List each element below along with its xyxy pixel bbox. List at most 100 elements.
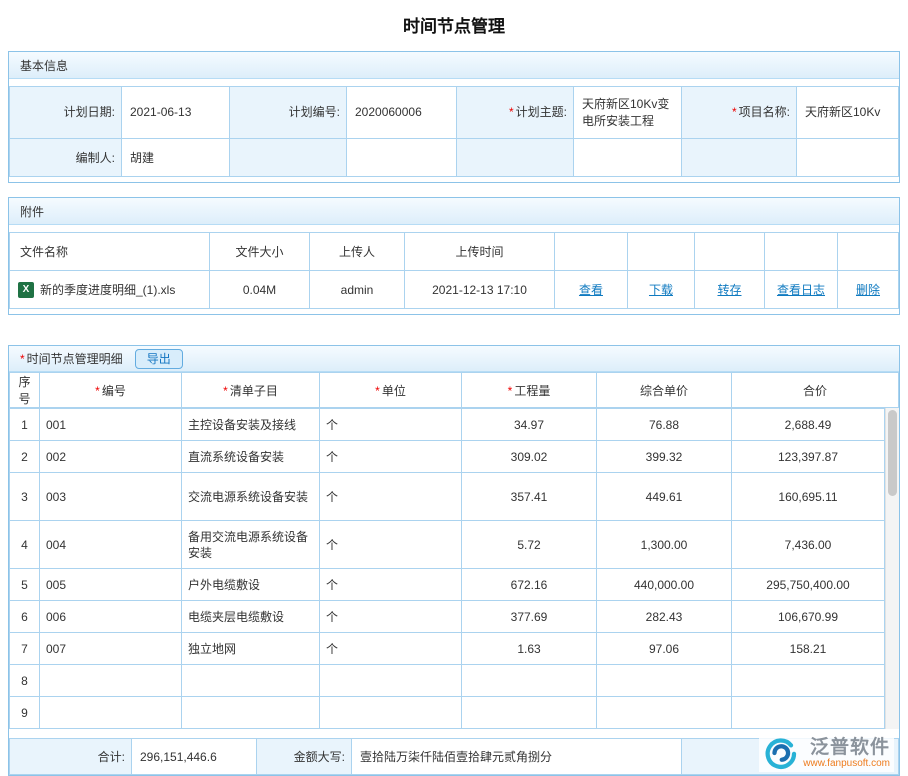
cell-code <box>40 665 182 697</box>
cell-total <box>732 665 885 697</box>
col-total: 合价 <box>732 373 899 408</box>
cell-serial: 9 <box>10 697 40 729</box>
cell-quantity: 1.63 <box>462 633 597 665</box>
vertical-scrollbar[interactable] <box>885 408 899 729</box>
table-row: 5 005 户外电缆敷设 个 672.16 440,000.00 295,750… <box>10 569 885 601</box>
required-marker: * <box>508 384 513 398</box>
cell-total: 2,688.49 <box>732 409 885 441</box>
excel-file-icon <box>18 282 34 298</box>
cell-serial: 6 <box>10 601 40 633</box>
scrollbar-thumb[interactable] <box>888 410 897 496</box>
author-value: 胡建 <box>122 139 230 177</box>
action-cell: 下载 <box>628 271 695 309</box>
cell-quantity: 672.16 <box>462 569 597 601</box>
amount-words-label: 金额大写: <box>257 739 352 775</box>
cell-serial: 5 <box>10 569 40 601</box>
cell-unit: 个 <box>320 521 462 569</box>
cell-code <box>40 697 182 729</box>
total-label: 合计: <box>10 739 132 775</box>
empty-header-cell <box>765 233 838 271</box>
cell-unit-price <box>597 665 732 697</box>
col-item: *清单子目 <box>182 373 320 408</box>
table-row: 6 006 电缆夹层电缆敷设 个 377.69 282.43 106,670.9… <box>10 601 885 633</box>
vendor-name: 泛普软件 <box>810 737 890 758</box>
cell-serial: 2 <box>10 441 40 473</box>
cell-total: 160,695.11 <box>732 473 885 521</box>
cell-serial: 8 <box>10 665 40 697</box>
cell-total: 158.21 <box>732 633 885 665</box>
view-link[interactable]: 查看 <box>579 283 603 297</box>
cell-quantity: 377.69 <box>462 601 597 633</box>
cell-code: 006 <box>40 601 182 633</box>
detail-header-row: 序号 *编号 *清单子目 *单位 *工程量 综合单价 合价 <box>10 373 899 408</box>
cell-total: 106,670.99 <box>732 601 885 633</box>
detail-table-header: 序号 *编号 *清单子目 *单位 *工程量 综合单价 合价 <box>9 372 899 408</box>
attachments-header-row: 文件名称 文件大小 上传人 上传时间 <box>10 233 899 271</box>
file-name-header: 文件名称 <box>10 233 210 271</box>
uploader-cell: admin <box>310 271 405 309</box>
table-row: 8 <box>10 665 885 697</box>
cell-item <box>182 665 320 697</box>
delete-link[interactable]: 删除 <box>856 283 880 297</box>
cell-quantity <box>462 665 597 697</box>
cell-item: 主控设备安装及接线 <box>182 409 320 441</box>
cell-code: 002 <box>40 441 182 473</box>
table-row: 4 004 备用交流电源系统设备安装 个 5.72 1,300.00 7,436… <box>10 521 885 569</box>
download-link[interactable]: 下载 <box>649 283 673 297</box>
attachments-section-title: 附件 <box>20 203 44 220</box>
cell-quantity: 309.02 <box>462 441 597 473</box>
export-button[interactable]: 导出 <box>135 349 183 369</box>
upload-time-cell: 2021-12-13 17:10 <box>405 271 555 309</box>
table-row: 2 002 直流系统设备安装 个 309.02 399.32 123,397.8… <box>10 441 885 473</box>
cell-unit-price: 97.06 <box>597 633 732 665</box>
cell-unit: 个 <box>320 569 462 601</box>
col-serial: 序号 <box>10 373 40 408</box>
empty-header-cell <box>695 233 765 271</box>
plan-no-label: 计划编号: <box>230 87 347 139</box>
action-cell: 查看 <box>555 271 628 309</box>
detail-table-body: 1 001 主控设备安装及接线 个 34.97 76.88 2,688.49 2… <box>9 408 885 729</box>
table-row: 7 007 独立地网 个 1.63 97.06 158.21 <box>10 633 885 665</box>
detail-table-body-scroll-area: 1 001 主控设备安装及接线 个 34.97 76.88 2,688.49 2… <box>9 408 899 729</box>
cell-unit-price: 440,000.00 <box>597 569 732 601</box>
amount-words-value: 壹拾陆万柒仟陆佰壹拾肆元贰角捌分 <box>352 739 682 775</box>
cell-serial: 4 <box>10 521 40 569</box>
table-row: 1 001 主控设备安装及接线 个 34.97 76.88 2,688.49 <box>10 409 885 441</box>
cell-code: 004 <box>40 521 182 569</box>
project-name-value: 天府新区10Kv <box>797 87 899 139</box>
required-marker: * <box>20 352 25 366</box>
detail-section-title: 时间节点管理明细 <box>27 350 123 367</box>
cell-code: 005 <box>40 569 182 601</box>
cell-unit: 个 <box>320 601 462 633</box>
attachments-header-bar: 附件 <box>9 198 899 225</box>
empty-label-cell <box>682 139 797 177</box>
cell-unit-price: 76.88 <box>597 409 732 441</box>
action-cell: 查看日志 <box>765 271 838 309</box>
cell-quantity: 34.97 <box>462 409 597 441</box>
view-log-link[interactable]: 查看日志 <box>777 283 825 297</box>
cell-unit <box>320 697 462 729</box>
cell-total: 295,750,400.00 <box>732 569 885 601</box>
upload-time-header: 上传时间 <box>405 233 555 271</box>
save-as-link[interactable]: 转存 <box>717 283 741 297</box>
total-value: 296,151,446.6 <box>132 739 257 775</box>
empty-value-cell <box>347 139 457 177</box>
basic-info-row-2: 编制人: 胡建 <box>10 139 899 177</box>
plan-date-value: 2021-06-13 <box>122 87 230 139</box>
file-size-cell: 0.04M <box>210 271 310 309</box>
cell-unit-price: 399.32 <box>597 441 732 473</box>
required-marker: * <box>732 105 737 119</box>
cell-code: 007 <box>40 633 182 665</box>
cell-item: 直流系统设备安装 <box>182 441 320 473</box>
basic-info-section-title: 基本信息 <box>20 57 68 74</box>
cell-unit-price: 449.61 <box>597 473 732 521</box>
basic-info-row-1: 计划日期: 2021-06-13 计划编号: 2020060006 *计划主题:… <box>10 87 899 139</box>
fanpu-logo-icon <box>763 736 797 770</box>
file-name-cell: 新的季度进度明细_(1).xls <box>10 271 210 309</box>
cell-item: 交流电源系统设备安装 <box>182 473 320 521</box>
table-row: 3 003 交流电源系统设备安装 个 357.41 449.61 160,695… <box>10 473 885 521</box>
file-name[interactable]: 新的季度进度明细_(1).xls <box>40 281 175 298</box>
empty-label-cell <box>230 139 347 177</box>
cell-quantity <box>462 697 597 729</box>
vendor-url[interactable]: www.fanpusoft.com <box>803 758 890 770</box>
